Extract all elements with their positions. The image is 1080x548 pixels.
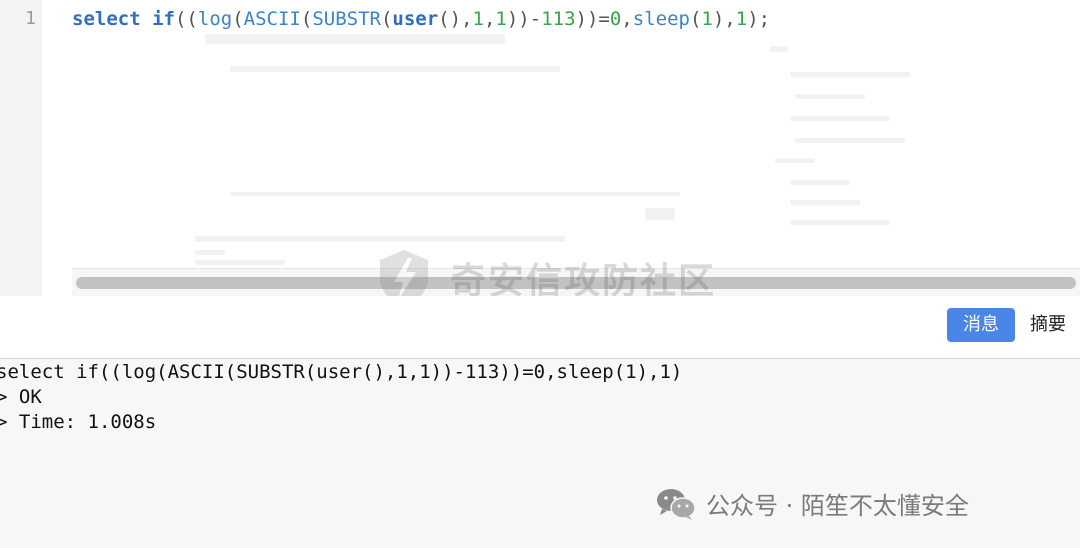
wechat-footer: 公众号 · 陌笙不太懂安全	[656, 486, 969, 521]
ghost-block	[230, 66, 560, 72]
footer-text: 公众号 · 陌笙不太懂安全	[706, 492, 969, 520]
code-token: user	[392, 8, 439, 30]
ghost-block	[775, 158, 815, 163]
code-token: ,	[483, 8, 496, 30]
output-time: > Time: 1.008s	[0, 411, 157, 433]
code-token: ))=	[575, 8, 610, 30]
line-gutter: 1	[0, 0, 42, 296]
code-line[interactable]: select if((log(ASCII(SUBSTR(user(),1,1))…	[72, 8, 770, 30]
ghost-block	[790, 116, 890, 121]
ghost-block	[795, 94, 865, 99]
ghost-block	[770, 46, 788, 52]
code-token: (	[232, 8, 244, 30]
result-tabbar: 消息 摘要	[0, 296, 1080, 359]
code-token: (	[689, 8, 702, 30]
output-query: select if((log(ASCII(SUBSTR(user(),1,1))…	[0, 361, 683, 383]
ghost-block	[790, 200, 860, 205]
tab-messages[interactable]: 消息	[947, 308, 1015, 342]
code-token: ((	[174, 8, 198, 30]
ghost-block	[205, 34, 505, 44]
code-token: select	[72, 8, 141, 30]
code-token: 0	[609, 8, 622, 30]
tab-summary[interactable]: 摘要	[1030, 308, 1066, 342]
code-token: 1	[701, 8, 713, 30]
code-token: (	[380, 8, 393, 30]
code-token: ),	[712, 8, 736, 30]
line-number: 1	[25, 8, 36, 29]
ghost-block	[195, 236, 565, 242]
code-token: 1	[472, 8, 484, 30]
code-token: (),	[438, 8, 473, 30]
code-token: if	[152, 8, 175, 30]
ghost-block	[790, 72, 910, 77]
query-window: 1 select if((log(ASCII(SUBSTR(user(),1,1…	[0, 0, 1080, 548]
ghost-block	[195, 260, 285, 265]
code-token: sleep	[632, 8, 690, 30]
ghost-block	[195, 250, 225, 255]
code-token: ))-	[506, 8, 542, 30]
code-token: (	[300, 8, 313, 30]
output-status: > OK	[0, 386, 42, 408]
code-token: log	[197, 8, 233, 30]
code-token: SUBSTR	[312, 8, 381, 30]
ghost-block	[230, 192, 680, 196]
code-token: );	[747, 8, 771, 30]
wechat-icon	[657, 488, 696, 520]
code-token: 1	[735, 8, 748, 30]
ghost-block	[790, 220, 890, 225]
code-token: ,	[621, 8, 633, 30]
code-token: ASCII	[243, 8, 301, 30]
ghost-block	[790, 180, 850, 185]
ghost-block	[645, 208, 675, 220]
code-token: 1	[495, 8, 507, 30]
code-token: 113	[541, 8, 576, 30]
ghost-block	[795, 138, 905, 143]
